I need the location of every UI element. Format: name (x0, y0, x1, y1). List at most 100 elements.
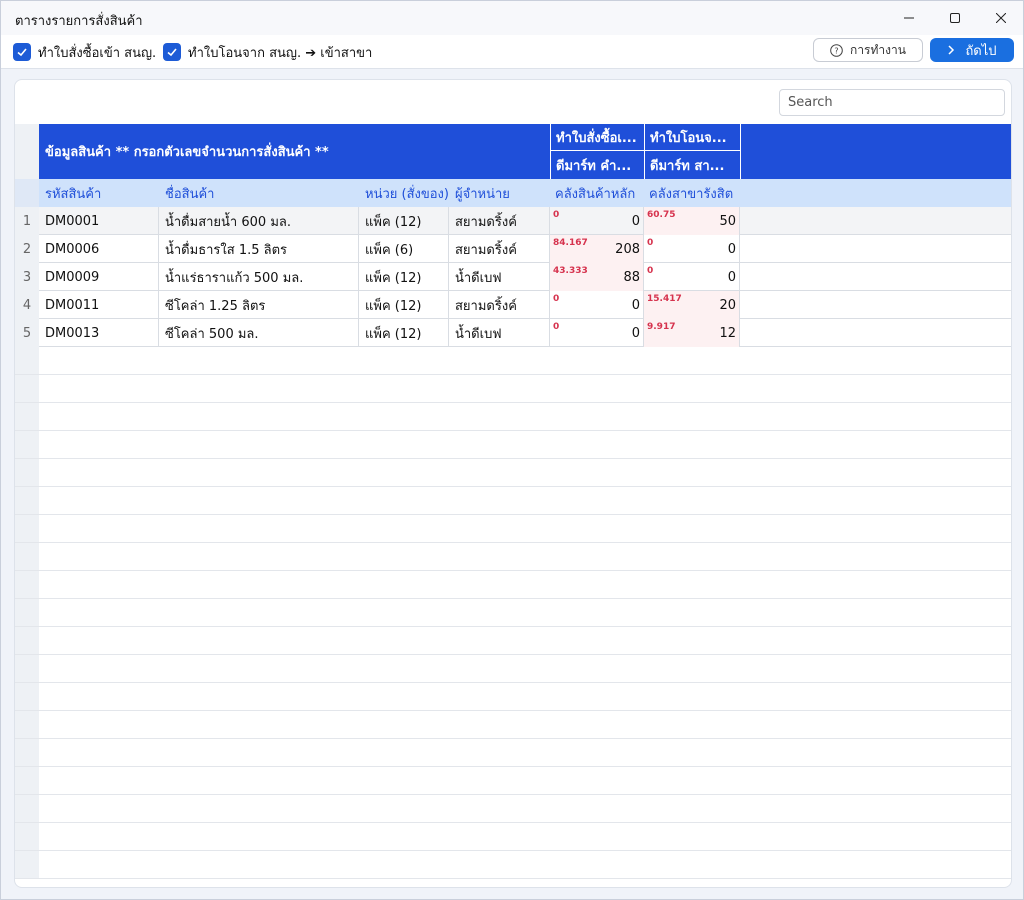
close-icon (996, 13, 1006, 23)
order-qty-value: 88 (623, 269, 640, 285)
table-row[interactable]: 2 DM0006 น้ำดื่มธารใส 1.5 ลิตร แพ็ค (6) สยาม… (15, 235, 1011, 263)
order-qty-value: 0 (631, 297, 640, 313)
order-qty-value: 12 (719, 325, 736, 341)
empty-row (15, 767, 1011, 795)
row-number (15, 767, 39, 794)
empty-row (15, 711, 1011, 739)
make-transfer-checkbox[interactable]: ทำใบโอนจาก สนญ. ➔ เข้าสาขา (163, 41, 372, 63)
col-header-unit[interactable]: หน่วย (สั่งของ) (365, 179, 449, 207)
empty-row (15, 683, 1011, 711)
maximize-button[interactable] (932, 1, 978, 35)
make-transfer-label: ทำใบโอนจาก สนญ. ➔ เข้าสาขา (188, 45, 373, 61)
empty-row (15, 823, 1011, 851)
table-row[interactable]: 5 DM0013 ซีโคล่า 500 มล. แพ็ค (12) น้ำดีเบฟ 0… (15, 319, 1011, 347)
cell-main-warehouse-qty[interactable]: 00 (550, 319, 644, 347)
cell-branch-warehouse-qty[interactable]: 00 (644, 235, 740, 263)
order-qty-value: 208 (615, 241, 640, 257)
cell-code: DM0013 (45, 325, 100, 341)
column-divider (739, 291, 740, 319)
column-divider (739, 207, 740, 235)
cell-branch-warehouse-qty[interactable]: 60.75 50 (644, 207, 740, 235)
row-number (15, 851, 39, 878)
column-header-row: รหัสสินค้า ชื่อสินค้า หน่วย (สั่งของ) ผู… (15, 179, 1011, 207)
col-header-code[interactable]: รหัสสินค้า (45, 179, 159, 207)
col-header-name[interactable]: ชื่อสินค้า (165, 179, 359, 207)
table-row[interactable]: 1 DM0001 น้ำดื่มสายน้ำ 600 มล. แพ็ค (12) สยา… (15, 207, 1011, 235)
howto-label: การทำงาน (850, 42, 906, 57)
cell-code: DM0006 (45, 241, 100, 257)
empty-row (15, 459, 1011, 487)
row-number (15, 403, 39, 430)
suggested-qty-hint: 0 (553, 322, 560, 332)
product-info-group-header: ข้อมูลสินค้า ** กรอกตัวเลขจำนวนการสั่งสิ… (45, 145, 329, 160)
row-number (15, 627, 39, 654)
table-row[interactable]: 4 DM0011 ซีโคล่า 1.25 ลิตร แพ็ค (12) สยามดริ… (15, 291, 1011, 319)
empty-row (15, 655, 1011, 683)
next-label: ถัดไป (965, 43, 997, 59)
help-circle-icon: ? (830, 43, 843, 57)
cell-main-warehouse-qty[interactable]: 00 (550, 291, 644, 319)
order-qty-value: 50 (719, 213, 736, 229)
order-qty-value: 0 (631, 325, 640, 341)
empty-row (15, 795, 1011, 823)
minimize-icon (904, 17, 914, 19)
row-number (15, 347, 39, 374)
row-number: 3 (15, 263, 39, 291)
minimize-button[interactable] (886, 1, 932, 35)
empty-row (15, 375, 1011, 403)
empty-row (15, 543, 1011, 571)
app-window: ตารางรายการสั่งสินค้า ทำใบสั่งซื้อเข้า ส… (0, 0, 1024, 900)
checkmark-icon (13, 43, 31, 61)
suggested-qty-hint: 15.417 (647, 294, 682, 304)
empty-row (15, 739, 1011, 767)
col-header-main-warehouse[interactable]: คลังสินค้าหลัก (555, 179, 643, 207)
spacer-header (740, 124, 1011, 179)
toolbar: ทำใบสั่งซื้อเข้า สนญ. ทำใบโอนจาก สนญ. ➔ … (1, 35, 1023, 69)
next-button[interactable]: ถัดไป (930, 38, 1014, 62)
po-store-header: ดีมาร์ท คํา... (550, 151, 644, 179)
col-header-vendor[interactable]: ผู้จำหน่าย (455, 179, 545, 207)
cell-main-warehouse-qty[interactable]: 00 (550, 207, 644, 235)
suggested-qty-hint: 84.167 (553, 238, 588, 248)
cell-vendor: สยามดริ้งค์ (455, 242, 517, 258)
suggested-qty-hint: 0 (647, 238, 654, 248)
col-header-branch-warehouse[interactable]: คลังสาขารังสิต (649, 179, 739, 207)
cell-main-warehouse-qty[interactable]: 43.333 88 (550, 263, 644, 291)
cell-branch-warehouse-qty[interactable]: 15.417 20 (644, 291, 740, 319)
cell-code: DM0011 (45, 297, 100, 313)
cell-branch-warehouse-qty[interactable]: 00 (644, 263, 740, 291)
empty-row (15, 347, 1011, 375)
empty-row (15, 403, 1011, 431)
make-po-label: ทำใบสั่งซื้อเข้า สนญ. (38, 45, 157, 61)
row-number (15, 543, 39, 570)
close-button[interactable] (978, 1, 1024, 35)
cell-name: น้ำแร่ธาราแก้ว 500 มล. (165, 270, 304, 286)
empty-row (15, 515, 1011, 543)
order-qty-value: 0 (727, 241, 736, 257)
cell-unit: แพ็ค (6) (365, 242, 414, 258)
order-qty-value: 0 (727, 269, 736, 285)
transfer-group-header: ทำใบโอนจ... (644, 124, 740, 151)
column-divider (739, 263, 740, 291)
make-po-checkbox[interactable]: ทำใบสั่งซื้อเข้า สนญ. (13, 41, 156, 63)
cell-branch-warehouse-qty[interactable]: 9.917 12 (644, 319, 740, 347)
cell-unit: แพ็ค (12) (365, 326, 422, 342)
cell-main-warehouse-qty[interactable]: 84.167 208 (550, 235, 644, 263)
rownum-header (15, 124, 39, 179)
row-number (15, 599, 39, 626)
table-row[interactable]: 3 DM0009 น้ำแร่ธาราแก้ว 500 มล. แพ็ค (12) น้… (15, 263, 1011, 291)
row-number (15, 571, 39, 598)
suggested-qty-hint: 60.75 (647, 210, 676, 220)
suggested-qty-hint: 0 (553, 294, 560, 304)
cell-vendor: น้ำดีเบฟ (455, 270, 502, 286)
row-number (15, 459, 39, 486)
row-number: 4 (15, 291, 39, 319)
cell-name: น้ำดื่มสายน้ำ 600 มล. (165, 214, 291, 230)
cell-vendor: น้ำดีเบฟ (455, 326, 502, 342)
cell-vendor: สยามดริ้งค์ (455, 298, 517, 314)
search-input[interactable] (779, 89, 1005, 116)
empty-row (15, 431, 1011, 459)
howto-button[interactable]: ? การทำงาน (813, 38, 923, 62)
chevron-right-icon (947, 45, 955, 55)
title-bar: ตารางรายการสั่งสินค้า (1, 1, 1023, 35)
